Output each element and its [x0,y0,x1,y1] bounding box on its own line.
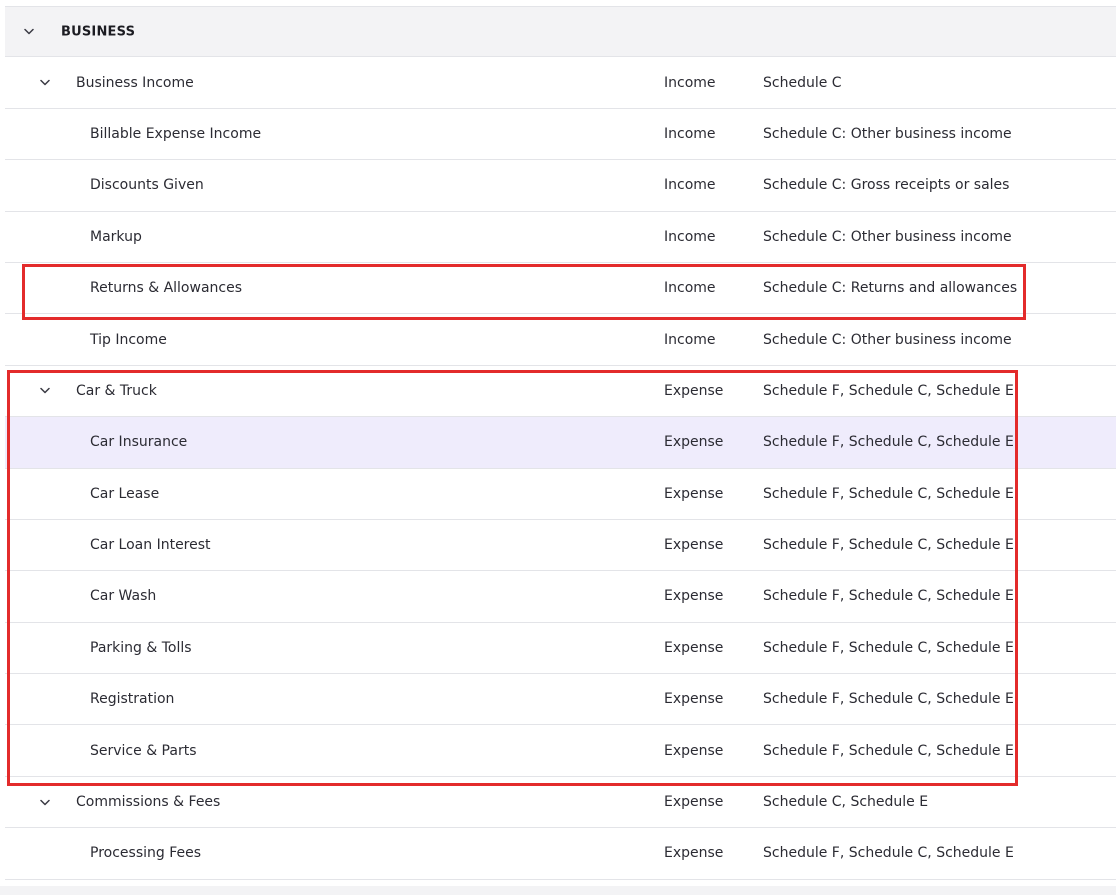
category-name: Car & Truck [76,382,157,399]
category-name: Car Lease [90,485,160,502]
chevron-down-icon[interactable] [38,795,52,809]
tax-form-line: Schedule F, Schedule C, Schedule E [763,639,1014,656]
category-type: Expense [664,794,724,811]
category-type: Expense [664,537,724,554]
category-table: BUSINESS Business Income Income Schedule C… [5,6,1116,880]
table-row[interactable]: Tip Income Income Schedule C: Other busine… [5,314,1116,366]
category-type: Expense [664,691,724,708]
table-row[interactable]: Markup Income Schedule C: Other business i… [5,211,1116,263]
table-row[interactable]: Car Wash Expense Schedule F, Schedule C, S… [5,571,1116,623]
category-name: Car Insurance [90,434,188,451]
group-row[interactable]: Car & Truck Expense Schedule F, Schedule C… [5,365,1116,418]
chevron-down-icon[interactable] [38,384,52,398]
group-row[interactable]: Business Income Income Schedule C [5,57,1116,109]
category-type: Income [664,280,716,297]
table-row[interactable]: Car Lease Expense Schedule F, Schedule C, … [5,468,1116,520]
table-row[interactable]: Processing Fees Expense Schedule F, Schedu… [5,828,1116,880]
chevron-down-icon[interactable] [38,76,52,90]
section-row-business[interactable]: BUSINESS [5,6,1116,58]
tax-form-line: Schedule C: Returns and allowances [763,280,1018,297]
tax-form-line: Schedule F, Schedule C, Schedule E [763,382,1014,399]
table-row[interactable]: Parking & Tolls Expense Schedule F, Schedu… [5,622,1116,675]
tax-form-line: Schedule F, Schedule C, Schedule E [763,485,1014,502]
category-name: Service & Parts [90,742,197,759]
category-type: Expense [664,845,724,862]
category-type: Expense [664,434,724,451]
category-name: Registration [90,691,175,708]
table-row[interactable]: Returns & Allowances Income Schedule C: Re… [5,262,1116,315]
section-label: BUSINESS [61,24,136,40]
category-type: Income [664,125,716,142]
category-name: Commissions & Fees [76,794,221,811]
group-row[interactable]: Commissions & Fees Expense Schedule C, Sch… [5,776,1116,829]
tax-form-line: Schedule F, Schedule C, Schedule E [763,691,1014,708]
category-name: Car Wash [90,588,157,605]
category-type: Income [664,331,716,348]
category-name: Parking & Tolls [90,639,192,656]
category-type: Income [664,177,716,194]
category-name: Business Income [76,74,194,91]
category-name: Car Loan Interest [90,537,211,554]
tax-form-line: Schedule C: Gross receipts or sales [763,177,1010,194]
table-row[interactable]: Car Insurance Expense Schedule F, Schedule… [5,417,1116,469]
table-row[interactable]: Service & Parts Expense Schedule F, Schedu… [5,725,1116,777]
tax-form-line: Schedule F, Schedule C, Schedule E [763,742,1014,759]
tax-form-line: Schedule F, Schedule C, Schedule E [763,588,1014,605]
table-row[interactable]: Discounts Given Income Schedule C: Gross r… [5,160,1116,212]
category-name: Processing Fees [90,845,202,862]
bottom-strip [0,886,1116,895]
category-tax-table-page: BUSINESS Business Income Income Schedule C… [0,0,1116,895]
tax-form-line: Schedule C: Other business income [763,228,1012,245]
table-row[interactable]: Billable Expense Income Income Schedule C:… [5,108,1116,161]
tax-form-line: Schedule C: Other business income [763,331,1012,348]
category-type: Expense [664,742,724,759]
chevron-down-icon[interactable] [22,25,36,39]
category-type: Income [664,74,716,91]
category-name: Billable Expense Income [90,125,262,142]
category-type: Expense [664,639,724,656]
tax-form-line: Schedule F, Schedule C, Schedule E [763,537,1014,554]
category-type: Income [664,228,716,245]
category-name: Tip Income [90,331,167,348]
category-name: Returns & Allowances [90,280,242,297]
category-type: Expense [664,588,724,605]
category-type: Expense [664,382,724,399]
tax-form-line: Schedule F, Schedule C, Schedule E [763,434,1014,451]
tax-form-line: Schedule F, Schedule C, Schedule E [763,845,1014,862]
category-name: Discounts Given [90,177,204,194]
tax-form-line: Schedule C [763,74,842,91]
tax-form-line: Schedule C: Other business income [763,125,1012,142]
table-row[interactable]: Registration Expense Schedule F, Schedule … [5,674,1116,726]
tax-form-line: Schedule C, Schedule E [763,794,929,811]
category-name: Markup [90,228,142,245]
category-type: Expense [664,485,724,502]
table-row[interactable]: Car Loan Interest Expense Schedule F, Sche… [5,519,1116,572]
